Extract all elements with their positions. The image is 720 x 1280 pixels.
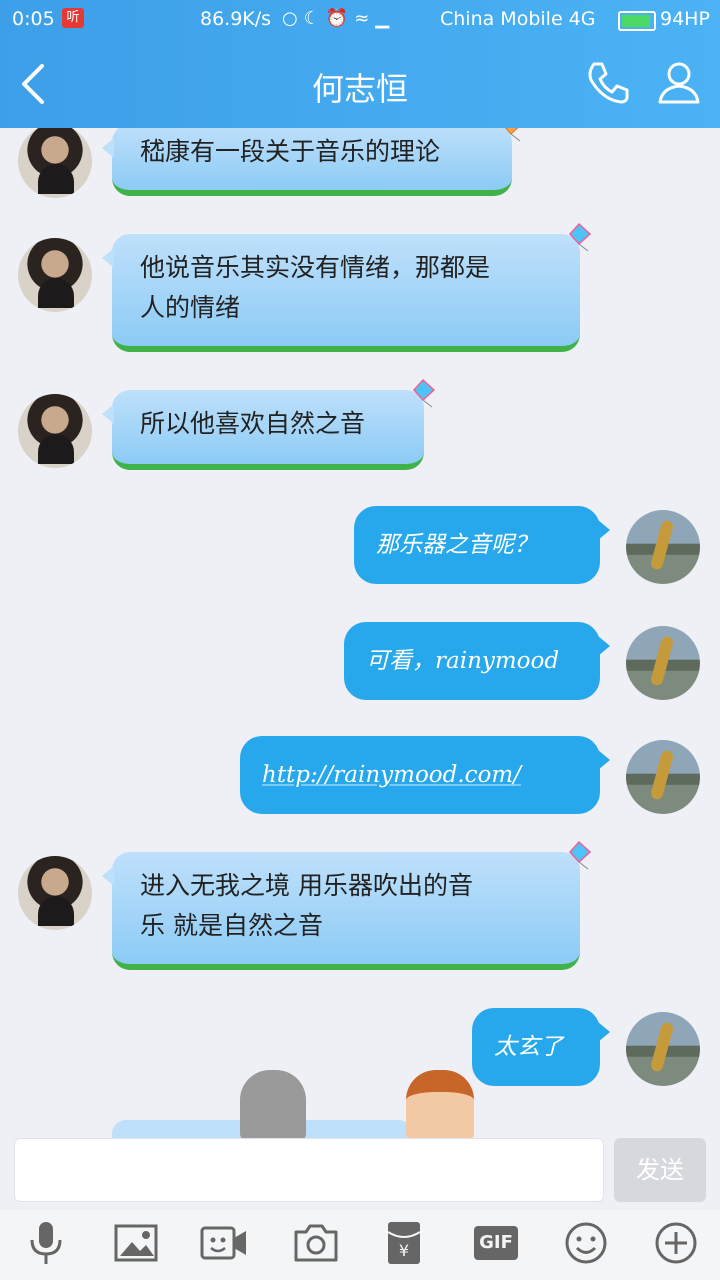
message-input[interactable] [14,1138,604,1202]
kite-icon [504,128,521,142]
message-bubble-incoming[interactable]: 他说音乐其实没有情绪，那都是 人的情绪 [102,222,592,352]
sticker-character-boy [406,1070,474,1138]
user-profile-icon[interactable] [654,58,704,108]
kite-icon [568,222,592,252]
gif-icon[interactable]: GIF [472,1218,520,1268]
battery-icon [618,11,656,31]
message-text-line: 他说音乐其实没有情绪，那都是 [140,253,491,282]
chat-messages[interactable]: 嵇康有一段关于音乐的理论 他说音乐其实没有情绪，那都是 人的情绪 所以他喜欢自然… [0,128,720,1138]
message-bubble-outgoing[interactable]: http://rainymood.com/ [240,736,610,814]
image-icon[interactable] [112,1218,160,1268]
status-bar: 0:05 听 86.9K/s ○☾⏰≈▁ China Mobile 4G 94H… [0,0,720,40]
network-speed: 86.9K/s [200,8,272,30]
message-text-line: 进入无我之境 用乐器吹出的音 [140,871,473,900]
battery-level: 94HP [660,8,710,30]
contact-avatar[interactable] [18,856,92,930]
send-button[interactable]: 发送 [614,1138,706,1202]
kite-icon [412,378,436,408]
my-avatar[interactable] [626,626,700,700]
input-bar: 发送 [0,1138,720,1210]
status-icons: ○☾⏰≈▁ [282,8,396,29]
message-text: 太玄了 [494,1034,563,1060]
carrier-label: China Mobile 4G [440,8,596,30]
notification-badge: 听 [62,8,84,28]
message-text: 那乐器之音呢？ [376,532,537,558]
svg-text:¥: ¥ [399,1241,409,1260]
contact-avatar[interactable] [18,394,92,468]
message-text: 可看，rainymood [366,648,560,674]
message-text: 所以他喜欢自然之音 [140,409,366,438]
message-link[interactable]: http://rainymood.com/ [262,762,521,788]
message-bubble-outgoing[interactable]: 太玄了 [472,1008,610,1086]
message-text-line: 乐 就是自然之音 [140,911,323,940]
my-avatar[interactable] [626,510,700,584]
contact-avatar[interactable] [18,128,92,198]
red-packet-icon[interactable]: ¥ [380,1218,428,1268]
sticker-character-grey [240,1070,306,1138]
my-avatar[interactable] [626,740,700,814]
plus-icon[interactable] [652,1218,700,1268]
video-icon[interactable] [200,1218,248,1268]
kite-icon [568,840,592,870]
gif-label: GIF [479,1232,513,1253]
message-bubble-incoming[interactable]: 所以他喜欢自然之音 [102,378,436,470]
message-bubble-outgoing[interactable]: 可看，rainymood [344,622,610,700]
my-avatar[interactable] [626,1012,700,1086]
microphone-icon[interactable] [22,1218,70,1268]
phone-icon[interactable] [582,58,632,108]
message-bubble-incoming[interactable]: 嵇康有一段关于音乐的理论 [102,128,521,196]
message-bubble-outgoing[interactable]: 那乐器之音呢？ [354,506,610,584]
chat-toolbar: ¥ GIF [0,1210,720,1280]
camera-icon[interactable] [292,1218,340,1268]
status-time: 0:05 [12,8,55,30]
message-text: 嵇康有一段关于音乐的理论 [140,137,441,166]
message-text-line: 人的情绪 [140,293,241,322]
message-bubble-incoming[interactable]: 进入无我之境 用乐器吹出的音 乐 就是自然之音 [102,840,592,970]
chat-header: 何志恒 [0,40,720,128]
emoji-icon[interactable] [562,1218,610,1268]
contact-avatar[interactable] [18,238,92,312]
